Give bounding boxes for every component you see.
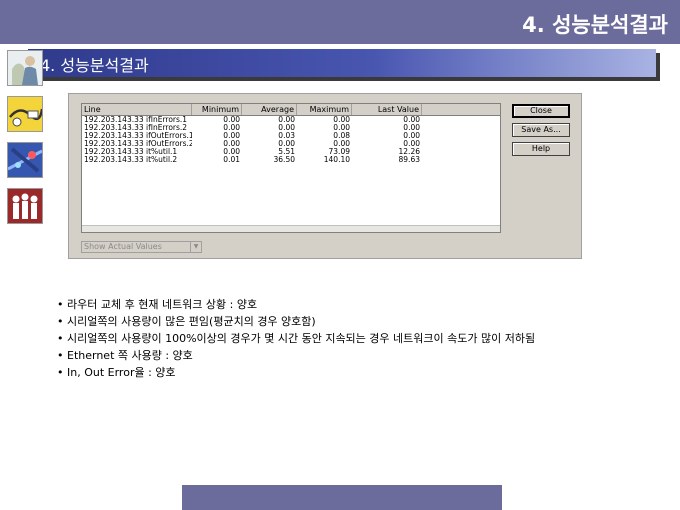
cell-maximum: 140.10 xyxy=(323,156,350,164)
bullet-item: 라우터 교체 후 현재 네트워크 상황 : 양호 xyxy=(57,296,657,313)
table-row[interactable]: 192.203.143.33 it%util.2 0.01 36.50 140.… xyxy=(82,156,500,164)
column-header-maximum[interactable]: Maximum xyxy=(297,104,352,115)
cell-line: 192.203.143.33 it%util.1 xyxy=(84,148,178,156)
help-button[interactable]: Help xyxy=(512,142,570,156)
close-button[interactable]: Close xyxy=(512,104,570,118)
cell-average: 36.50 xyxy=(273,156,295,164)
column-header-line[interactable]: Line xyxy=(82,104,192,115)
cell-line: 192.203.143.33 ifInErrors.1 xyxy=(84,116,188,124)
cell-average: 0.00 xyxy=(278,140,295,148)
table-row[interactable]: 192.203.143.33 it%util.1 0.00 5.51 73.09… xyxy=(82,148,500,156)
cell-maximum: 73.09 xyxy=(328,148,350,156)
bullet-item: Ethernet 쪽 사용량 : 양호 xyxy=(57,347,657,364)
blue-network-icon xyxy=(7,142,43,178)
cell-last-value: 12.26 xyxy=(398,148,420,156)
bullet-item: 시리얼쪽의 사용량이 100%이상의 경우가 몇 시간 동안 지속되는 경우 네… xyxy=(57,330,657,347)
cell-average: 0.03 xyxy=(278,132,295,140)
cell-maximum: 0.00 xyxy=(333,140,350,148)
table-row[interactable]: 192.203.143.33 ifInErrors.2 0.00 0.00 0.… xyxy=(82,124,500,132)
network-cable-icon xyxy=(7,96,43,132)
table-row[interactable]: 192.203.143.33 ifInErrors.1 0.00 0.00 0.… xyxy=(82,116,500,124)
thumbnail-column xyxy=(7,50,45,234)
table-row[interactable]: 192.203.143.33 ifOutErrors.2 0.00 0.00 0… xyxy=(82,140,500,148)
section-banner: 4. 성능분석결과 xyxy=(28,49,656,77)
save-as-button[interactable]: Save As... xyxy=(512,123,570,137)
cell-line: 192.203.143.33 it%util.2 xyxy=(84,156,178,164)
column-header-average[interactable]: Average xyxy=(242,104,297,115)
cell-maximum: 0.00 xyxy=(333,124,350,132)
column-header-last-value[interactable]: Last Value xyxy=(352,104,422,115)
horizontal-scrollbar[interactable] xyxy=(82,225,500,232)
cell-last-value: 0.00 xyxy=(403,140,420,148)
cell-last-value: 89.63 xyxy=(398,156,420,164)
cell-minimum: 0.00 xyxy=(223,148,240,156)
cell-line: 192.203.143.33 ifOutErrors.2 xyxy=(84,140,192,148)
cell-minimum: 0.00 xyxy=(223,124,240,132)
values-list[interactable]: Line Minimum Average Maximum Last Value … xyxy=(81,103,501,233)
cell-minimum: 0.00 xyxy=(223,140,240,148)
cell-minimum: 0.01 xyxy=(223,156,240,164)
cell-average: 0.00 xyxy=(278,124,295,132)
bullet-item: 시리얼쪽의 사용량이 많은 편임(평균치의 경우 양호함) xyxy=(57,313,657,330)
section-title: 4. 성능분석결과 xyxy=(40,56,149,75)
chevron-down-icon[interactable]: ▼ xyxy=(190,242,201,252)
cell-maximum: 0.00 xyxy=(333,116,350,124)
cell-last-value: 0.00 xyxy=(403,124,420,132)
cell-minimum: 0.00 xyxy=(223,116,240,124)
cell-maximum: 0.08 xyxy=(333,132,350,140)
top-header-bar: 4. 성능분석결과 xyxy=(0,0,680,44)
cell-minimum: 0.00 xyxy=(223,132,240,140)
cell-average: 5.51 xyxy=(278,148,295,156)
bottom-decor-bar xyxy=(182,485,502,510)
cell-line: 192.203.143.33 ifOutErrors.1 xyxy=(84,132,192,140)
people-group-icon xyxy=(7,188,43,224)
cell-line: 192.203.143.33 ifInErrors.2 xyxy=(84,124,188,132)
bullet-item: In, Out Error율 : 양호 xyxy=(57,364,657,381)
people-photo-icon xyxy=(7,50,43,86)
column-header-filler xyxy=(422,104,500,115)
column-header-minimum[interactable]: Minimum xyxy=(192,104,242,115)
cell-last-value: 0.00 xyxy=(403,116,420,124)
table-row[interactable]: 192.203.143.33 ifOutErrors.1 0.00 0.03 0… xyxy=(82,132,500,140)
performance-values-dialog: Line Minimum Average Maximum Last Value … xyxy=(68,93,582,259)
header-title: 4. 성능분석결과 xyxy=(522,13,668,37)
show-values-select-label: Show Actual Values xyxy=(84,242,162,251)
cell-average: 0.00 xyxy=(278,116,295,124)
cell-last-value: 0.00 xyxy=(403,132,420,140)
list-header: Line Minimum Average Maximum Last Value xyxy=(82,104,500,116)
analysis-bullets: 라우터 교체 후 현재 네트워크 상황 : 양호 시리얼쪽의 사용량이 많은 편… xyxy=(57,296,657,381)
show-values-select[interactable]: Show Actual Values ▼ xyxy=(81,241,202,253)
